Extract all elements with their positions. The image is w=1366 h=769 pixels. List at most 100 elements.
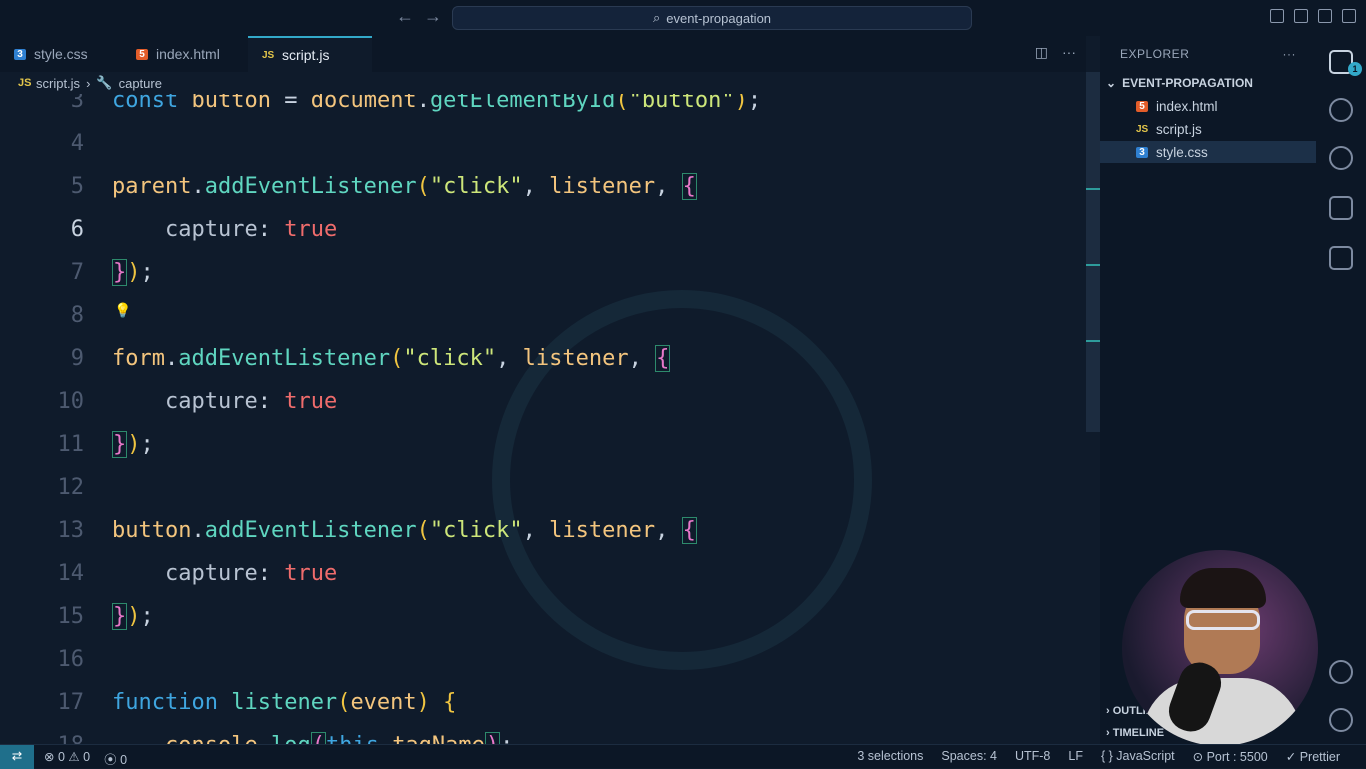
run-debug-icon[interactable] — [1329, 196, 1353, 220]
tab-label: index.html — [156, 46, 220, 62]
search-icon[interactable] — [1329, 98, 1353, 122]
command-center-label: event-propagation — [666, 10, 772, 26]
editor-scrollbar[interactable] — [1086, 72, 1100, 432]
code-text: capture: true — [112, 208, 337, 251]
folder-event-propagation[interactable]: ⌄ EVENT-PROPAGATION — [1100, 72, 1316, 94]
file-label: script.js — [1156, 121, 1202, 137]
code-line[interactable]: 9 form.addEventListener("click", listener… — [0, 337, 1086, 380]
file-index-html[interactable]: 5 index.html — [1100, 95, 1316, 117]
code-text: capture: true — [112, 380, 337, 423]
code-token: . — [191, 518, 205, 543]
code-token: ( — [390, 346, 404, 371]
code-line[interactable]: 13 button.addEventListener("click", liste… — [0, 509, 1086, 552]
file-style-css[interactable]: 3 style.css — [1100, 141, 1316, 163]
code-line[interactable]: 15}); — [0, 595, 1086, 638]
code-token: ) — [127, 260, 141, 285]
code-line[interactable]: 18 console.log(this.tagName); — [0, 724, 1086, 744]
forward-arrow-icon[interactable]: → — [424, 6, 442, 27]
toggle-secondary-sidebar-icon[interactable] — [1318, 9, 1332, 23]
command-center-search[interactable]: ⌕ event-propagation — [452, 6, 972, 30]
code-line[interactable]: 12 — [0, 466, 1086, 509]
breadcrumb-file[interactable]: script.js — [36, 76, 80, 91]
chevron-right-icon: › — [86, 75, 91, 91]
breadcrumb-symbol[interactable]: capture — [119, 76, 162, 91]
language-label: JavaScript — [1116, 749, 1175, 763]
code-token: ) — [127, 432, 141, 457]
code-line[interactable]: 16 — [0, 638, 1086, 681]
error-count: 0 — [57, 750, 65, 764]
code-token: ) — [484, 732, 501, 744]
check-icon: ✓ — [1285, 750, 1300, 764]
code-token: ( — [416, 174, 430, 199]
code-line[interactable]: 10 capture: true — [0, 380, 1086, 423]
code-line[interactable]: 14 capture: true — [0, 552, 1086, 595]
language-mode[interactable]: { } JavaScript — [1101, 749, 1175, 764]
split-editor-icon[interactable]: ◫ — [1035, 44, 1048, 61]
prettier-status[interactable]: ✓ Prettier — [1286, 749, 1340, 764]
line-number: 7 — [70, 260, 84, 285]
code-token: true — [284, 217, 338, 242]
code-token: . — [191, 174, 205, 199]
code-token: ; — [140, 604, 154, 629]
editor-actions: ◫ ··· — [1035, 44, 1076, 61]
code-line[interactable]: 17 function listener(event) { — [0, 681, 1086, 724]
problems-indicator[interactable]: ⊗ 0 ⚠ 0 — [44, 749, 90, 768]
line-number: 17 — [57, 690, 85, 715]
code-token: button — [112, 518, 192, 543]
tab-script-js[interactable]: JS script.js — [248, 36, 372, 72]
selection-status[interactable]: 3 selections — [857, 749, 923, 764]
more-actions-icon[interactable]: ··· — [1283, 47, 1297, 61]
tab-index-html[interactable]: 5 index.html — [122, 36, 248, 72]
remote-indicator-icon[interactable]: ⇄ — [0, 745, 34, 769]
code-editor[interactable]: 3 const button = document.getElementById(… — [0, 94, 1086, 744]
chevron-right-icon: › — [1106, 705, 1113, 717]
code-line[interactable]: 7}); — [0, 251, 1086, 294]
line-number: 3 — [70, 94, 84, 113]
code-line[interactable]: 5 parent.addEventListener("click", listen… — [0, 165, 1086, 208]
file-script-js[interactable]: JS script.js — [1100, 118, 1316, 140]
ports-indicator[interactable]: ⦿ 0 — [104, 749, 127, 768]
code-token: ; — [500, 733, 513, 744]
code-token: getElementById — [429, 94, 616, 113]
scrollbar-marker — [1086, 340, 1100, 342]
warning-count: 0 — [83, 750, 91, 764]
code-text: capture: true — [112, 552, 337, 595]
editor-tabs: 3 style.css 5 index.html JS script.js ◫ … — [0, 36, 1086, 72]
code-line[interactable]: 3 const button = document.getElementById(… — [0, 94, 1086, 122]
code-token: console — [165, 733, 258, 744]
settings-gear-icon[interactable] — [1329, 708, 1353, 732]
code-line[interactable]: 4 — [0, 122, 1086, 165]
code-token: , — [496, 346, 523, 371]
line-number: 4 — [70, 131, 84, 156]
account-icon[interactable] — [1329, 660, 1353, 684]
code-line[interactable]: 8 — [0, 294, 1086, 337]
live-server-port[interactable]: ⊙ Port : 5500 — [1193, 749, 1268, 764]
extensions-icon[interactable] — [1329, 246, 1353, 270]
code-token: ; — [140, 432, 154, 457]
code-token: capture — [164, 217, 258, 242]
code-text: }); — [112, 251, 154, 294]
encoding-status[interactable]: UTF-8 — [1015, 749, 1050, 764]
code-line[interactable]: 11}); — [0, 423, 1086, 466]
code-token: log — [271, 733, 311, 744]
explorer-title: EXPLORER — [1120, 47, 1190, 61]
more-actions-icon[interactable]: ··· — [1062, 44, 1076, 61]
customize-layout-icon[interactable] — [1342, 9, 1356, 23]
code-token: = — [270, 94, 311, 113]
lightbulb-icon[interactable]: 💡 — [114, 302, 131, 319]
code-token: "click" — [429, 518, 523, 543]
toggle-primary-sidebar-icon[interactable] — [1270, 9, 1284, 23]
indentation-status[interactable]: Spaces: 4 — [941, 749, 997, 764]
code-token: addEventListener — [204, 174, 417, 199]
tab-style-css[interactable]: 3 style.css — [0, 36, 122, 72]
source-control-icon[interactable] — [1329, 146, 1353, 170]
back-arrow-icon[interactable]: ← — [396, 6, 414, 27]
breadcrumb: JS script.js › 🔧 capture — [0, 72, 1086, 94]
title-bar: ← → ⌕ event-propagation — [0, 0, 1366, 36]
toggle-panel-icon[interactable] — [1294, 9, 1308, 23]
code-line[interactable]: 6 capture: true — [0, 208, 1086, 251]
code-text: const button = document.getElementById("… — [112, 94, 761, 122]
broadcast-icon: ⊙ — [1192, 750, 1207, 764]
eol-status[interactable]: LF — [1068, 749, 1083, 764]
